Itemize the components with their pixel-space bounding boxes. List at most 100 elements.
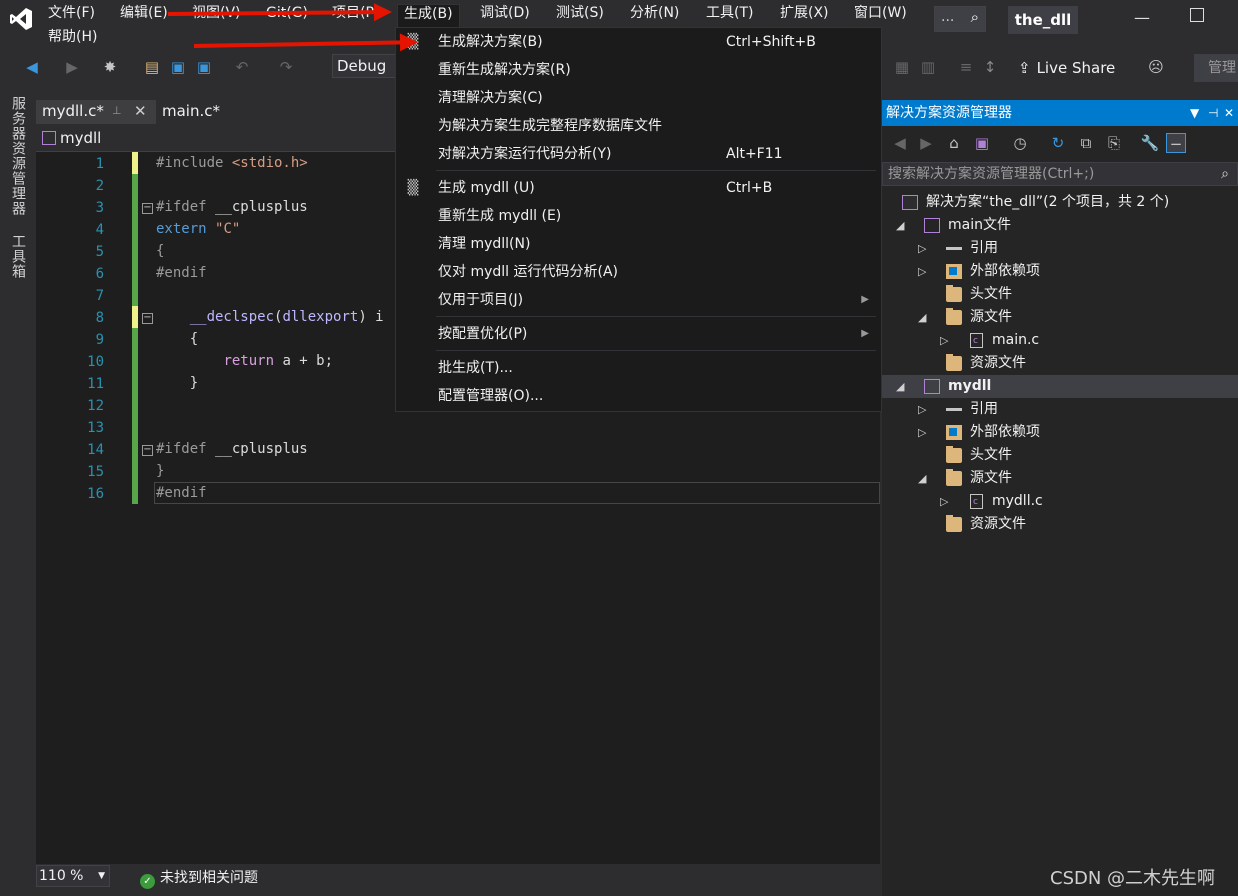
- collapsed-arrow-icon[interactable]: ▷: [918, 237, 926, 260]
- forward-icon[interactable]: ▶: [916, 133, 936, 153]
- menu-test[interactable]: 测试(S): [550, 4, 610, 26]
- collapse-all-icon[interactable]: ⧉: [1076, 133, 1096, 153]
- menu-run-code-analysis-project[interactable]: 仅对 mydll 运行代码分析(A): [396, 259, 881, 285]
- feedback-icon[interactable]: ☹: [1146, 57, 1166, 77]
- toolbar-icon-d[interactable]: ↕: [980, 57, 1000, 77]
- save-icon[interactable]: ▣: [168, 57, 188, 77]
- fold-toggle[interactable]: −: [142, 203, 153, 214]
- close-icon[interactable]: ✕: [134, 100, 147, 122]
- solution-config-select[interactable]: Debug: [332, 54, 396, 78]
- tree-project-main[interactable]: ◢ main文件: [882, 214, 1238, 237]
- redo-icon[interactable]: ↷: [276, 57, 296, 77]
- tree-references[interactable]: ▷ 引用: [882, 398, 1238, 421]
- menu-generate-pdb[interactable]: 为解决方案生成完整程序数据库文件: [396, 113, 881, 139]
- collapsed-arrow-icon[interactable]: ▷: [940, 490, 948, 513]
- tree-resource-files[interactable]: 资源文件: [882, 513, 1238, 536]
- menu-build-project[interactable]: ▒ 生成 mydll (U) Ctrl+B: [396, 175, 881, 201]
- menu-build[interactable]: 生成(B): [397, 4, 460, 28]
- forward-icon[interactable]: ▶: [62, 57, 82, 77]
- new-project-icon[interactable]: ✸: [100, 57, 120, 77]
- show-all-files-icon[interactable]: ⎘: [1104, 133, 1124, 153]
- project-scope-dropdown[interactable]: mydll: [42, 129, 101, 147]
- tree-source-files[interactable]: ◢ 源文件: [882, 306, 1238, 329]
- menu-window[interactable]: 窗口(W): [848, 4, 913, 26]
- menu-clean-solution[interactable]: 清理解决方案(C): [396, 85, 881, 111]
- zoom-select[interactable]: 110 % ▼: [36, 865, 110, 887]
- back-icon[interactable]: ◀: [890, 133, 910, 153]
- toolbox-tab[interactable]: 工具箱: [8, 234, 28, 279]
- tree-file-mydll-c[interactable]: ▷ mydll.c: [882, 490, 1238, 514]
- expanded-arrow-icon[interactable]: ◢: [896, 214, 904, 237]
- collapsed-arrow-icon[interactable]: ▷: [918, 398, 926, 421]
- menu-tools[interactable]: 工具(T): [700, 4, 759, 26]
- collapsed-arrow-icon[interactable]: ▷: [918, 421, 926, 444]
- menu-debug[interactable]: 调试(D): [474, 4, 536, 26]
- menu-item-shortcut: Alt+F11: [726, 146, 783, 162]
- back-icon[interactable]: ◀: [22, 57, 42, 77]
- expanded-arrow-icon[interactable]: ◢: [918, 306, 926, 329]
- tree-label: main文件: [948, 217, 1011, 233]
- tab-label: main.c*: [162, 102, 220, 120]
- menu-edit[interactable]: 编辑(E): [114, 4, 174, 26]
- toolbar-icon-a[interactable]: ▦: [892, 57, 912, 77]
- minimize-icon[interactable]: —: [1134, 8, 1154, 28]
- tree-references[interactable]: ▷ 引用: [882, 237, 1238, 260]
- solution-search-input[interactable]: 搜索解决方案资源管理器(Ctrl+;) ⌕: [882, 162, 1238, 186]
- tree-header-files[interactable]: 头文件: [882, 444, 1238, 467]
- c-file-icon: [970, 330, 983, 353]
- save-all-icon[interactable]: ▣: [194, 57, 214, 77]
- tree-external-deps[interactable]: ▷ 外部依赖项: [882, 260, 1238, 283]
- menu-help[interactable]: 帮助(H): [42, 28, 103, 50]
- properties-icon[interactable]: 🔧: [1140, 133, 1160, 153]
- menu-configuration-manager[interactable]: 配置管理器(O)...: [396, 383, 881, 409]
- expanded-arrow-icon[interactable]: ◢: [896, 375, 904, 398]
- tree-file-main-c[interactable]: ▷ main.c: [882, 329, 1238, 353]
- menu-rebuild-project[interactable]: 重新生成 mydll (E): [396, 203, 881, 229]
- pending-changes-icon[interactable]: ◷: [1010, 133, 1030, 153]
- collapsed-arrow-icon[interactable]: ▷: [940, 329, 948, 352]
- expanded-arrow-icon[interactable]: ◢: [918, 467, 926, 490]
- menu-project-only[interactable]: 仅用于项目(J) ▶: [396, 287, 881, 313]
- menu-extensions[interactable]: 扩展(X): [774, 4, 835, 26]
- menu-item-label: 重新生成 mydll (E): [438, 208, 562, 224]
- solution-icon: [902, 195, 918, 210]
- server-explorer-tab[interactable]: 服务器资源管理器: [8, 96, 28, 216]
- home-icon[interactable]: ⌂: [944, 133, 964, 153]
- tree-resource-files[interactable]: 资源文件: [882, 352, 1238, 375]
- live-share-button[interactable]: ⇪ Live Share: [1018, 57, 1115, 79]
- menu-file[interactable]: 文件(F): [42, 4, 101, 26]
- tree-header-files[interactable]: 头文件: [882, 283, 1238, 306]
- tree-source-files[interactable]: ◢ 源文件: [882, 467, 1238, 490]
- fold-toggle[interactable]: −: [142, 445, 153, 456]
- switch-views-icon[interactable]: ▣: [972, 133, 992, 153]
- toolbar-icon-b[interactable]: ▥: [918, 57, 938, 77]
- menu-run-code-analysis-solution[interactable]: 对解决方案运行代码分析(Y) Alt+F11: [396, 141, 881, 167]
- preview-icon[interactable]: −: [1166, 133, 1186, 153]
- menu-analyze[interactable]: 分析(N): [624, 4, 685, 26]
- tree-solution[interactable]: 解决方案“the_dll”(2 个项目，共 2 个): [882, 191, 1238, 214]
- pin-icon[interactable]: ⊣: [1208, 100, 1218, 126]
- menu-build-solution[interactable]: ▒ 生成解决方案(B) Ctrl+Shift+B: [396, 29, 881, 55]
- menu-rebuild-solution[interactable]: 重新生成解决方案(R): [396, 57, 881, 83]
- sync-icon[interactable]: ↻: [1048, 133, 1068, 153]
- tree-project-mydll[interactable]: ◢ mydll: [882, 375, 1238, 398]
- tree-external-deps[interactable]: ▷ 外部依赖项: [882, 421, 1238, 444]
- undo-icon[interactable]: ↶: [232, 57, 252, 77]
- menu-batch-build[interactable]: 批生成(T)...: [396, 355, 881, 381]
- menu-clean-project[interactable]: 清理 mydll(N): [396, 231, 881, 257]
- tab-main-c[interactable]: main.c*: [156, 100, 236, 124]
- search-button[interactable]: ... ⌕: [934, 6, 986, 32]
- tab-mydll-c[interactable]: mydll.c* ⊥ ✕: [36, 100, 156, 124]
- toolbar-icon-c[interactable]: ≡: [956, 57, 976, 77]
- fold-toggle[interactable]: −: [142, 313, 153, 324]
- close-icon[interactable]: ✕: [1224, 100, 1234, 126]
- maximize-icon[interactable]: [1190, 8, 1204, 22]
- issues-indicator[interactable]: ✓ 未找到相关问题: [140, 867, 258, 889]
- solution-explorer-toolbar: ◀ ▶ ⌂ ▣ ◷ ↻ ⧉ ⎘ 🔧 −: [882, 128, 1238, 158]
- menu-profile-guided-optimization[interactable]: 按配置优化(P) ▶: [396, 321, 881, 347]
- open-folder-icon[interactable]: ▤: [142, 57, 162, 77]
- collapsed-arrow-icon[interactable]: ▷: [918, 260, 926, 283]
- pin-icon[interactable]: ⊥: [112, 100, 122, 122]
- manage-button[interactable]: 管理: [1194, 54, 1238, 82]
- chevron-down-icon[interactable]: ▼: [1190, 100, 1199, 126]
